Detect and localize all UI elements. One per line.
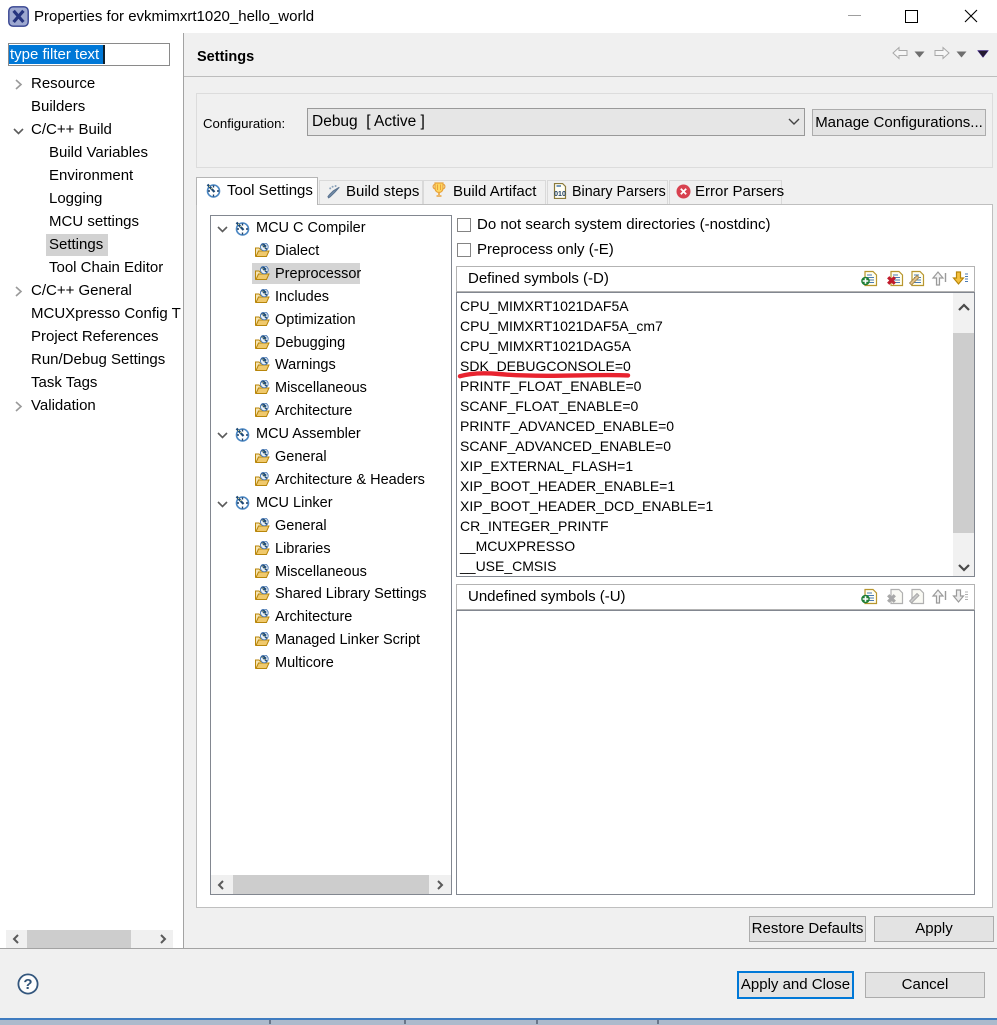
svg-text:?: ? (23, 976, 32, 993)
svg-text:010: 010 (554, 191, 566, 198)
